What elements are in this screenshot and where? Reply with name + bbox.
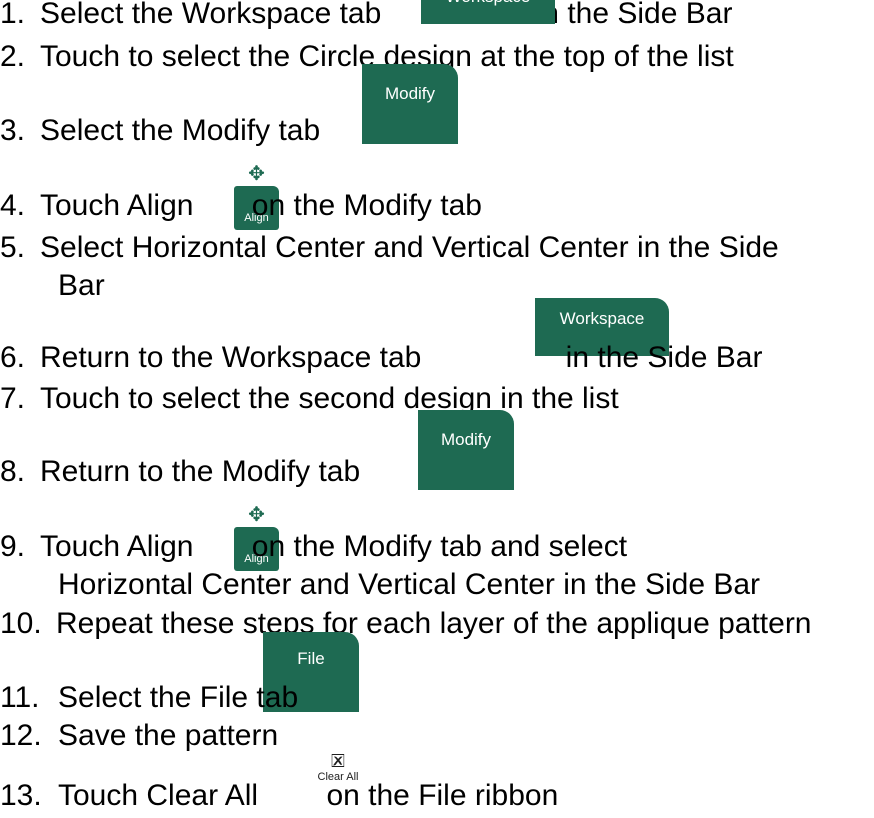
step-12: 12. Save the pattern [0, 716, 278, 756]
step-number: 6. [0, 341, 26, 374]
instruction-page: { "steps": [ {"num": "1.", "before": "Se… [0, 0, 874, 818]
step-text: Select the Modify tab [40, 114, 321, 147]
step-number: 13. [0, 779, 42, 812]
step-4: 4. Touch Align on the Modify tab [0, 186, 482, 226]
step-number: 12. [0, 719, 42, 752]
step-text-after: on the File ribbon [326, 779, 559, 812]
align-move-icon: ✥ [248, 504, 265, 526]
step-text-after: in the Side Bar [565, 341, 763, 374]
step-number: 1. [0, 0, 26, 30]
step-number: 8. [0, 455, 26, 488]
modify-tab-button-2[interactable]: Modify [418, 410, 514, 490]
step-number: 10. [0, 607, 42, 640]
step-text: Touch Align [40, 530, 194, 563]
step-number: 9. [0, 530, 26, 563]
step-number: 4. [0, 189, 26, 222]
step-9: 9. Touch Align on the Modify tab and sele… [0, 527, 627, 567]
step-text-after: on the Modify tab [251, 189, 482, 222]
step-text-after: in the Side Bar [535, 0, 733, 30]
workspace-tab-button[interactable]: Workspace [421, 0, 555, 24]
step-text: Return to the Modify tab [40, 455, 361, 488]
step-6: 6. Return to the Workspace tab in the Sid… [0, 338, 762, 378]
step-text: Select the Workspace tab [40, 0, 382, 30]
modify-tab-label: Modify [384, 84, 436, 103]
step-8: 8. Return to the Modify tab [0, 452, 360, 492]
step-number: 2. [0, 40, 26, 73]
step-11: 11. Select the File tab [0, 678, 298, 718]
step-number: 3. [0, 114, 26, 147]
step-number: 7. [0, 382, 26, 415]
workspace-tab-label: Workspace [559, 309, 645, 328]
workspace-tab-label: Workspace [446, 0, 531, 6]
step-text: Touch Align [40, 189, 194, 222]
step-text: Return to the Workspace tab [40, 341, 422, 374]
step-9-continued: Horizontal Center and Vertical Center in… [58, 565, 760, 605]
file-tab-label: File [297, 649, 325, 668]
step-3: 3. Select the Modify tab [0, 111, 320, 151]
step-text: Select Horizontal Center and Vertical Ce… [40, 231, 779, 264]
step-text: Repeat these steps for each layer of the… [56, 607, 812, 640]
step-number: 11. [0, 681, 40, 714]
step-text-continued: Bar [58, 269, 105, 302]
step-text: Select the File tab [58, 681, 299, 714]
step-text: Save the pattern [58, 719, 279, 752]
step-1: 1. Select the Workspace tab in the Side B… [0, 0, 732, 34]
step-number: 5. [0, 231, 26, 264]
step-text-after: on the Modify tab and select [251, 530, 628, 563]
modify-tab-label: Modify [440, 430, 492, 449]
step-5-continued: Bar [58, 266, 105, 306]
step-text: Touch to select the second design in the… [40, 382, 619, 415]
modify-tab-button[interactable]: Modify [362, 64, 458, 144]
step-7: 7. Touch to select the second design in t… [0, 379, 619, 419]
align-move-icon: ✥ [248, 163, 265, 185]
step-13: 13. Touch Clear All on the File ribbon [0, 776, 558, 816]
clear-all-document-icon: 🗷 [331, 751, 345, 771]
step-text-continued: Horizontal Center and Vertical Center in… [58, 568, 761, 601]
step-text: Touch Clear All [58, 779, 259, 812]
step-5: 5. Select Horizontal Center and Vertical … [0, 228, 779, 268]
step-10: 10. Repeat these steps for each layer of … [0, 604, 812, 644]
